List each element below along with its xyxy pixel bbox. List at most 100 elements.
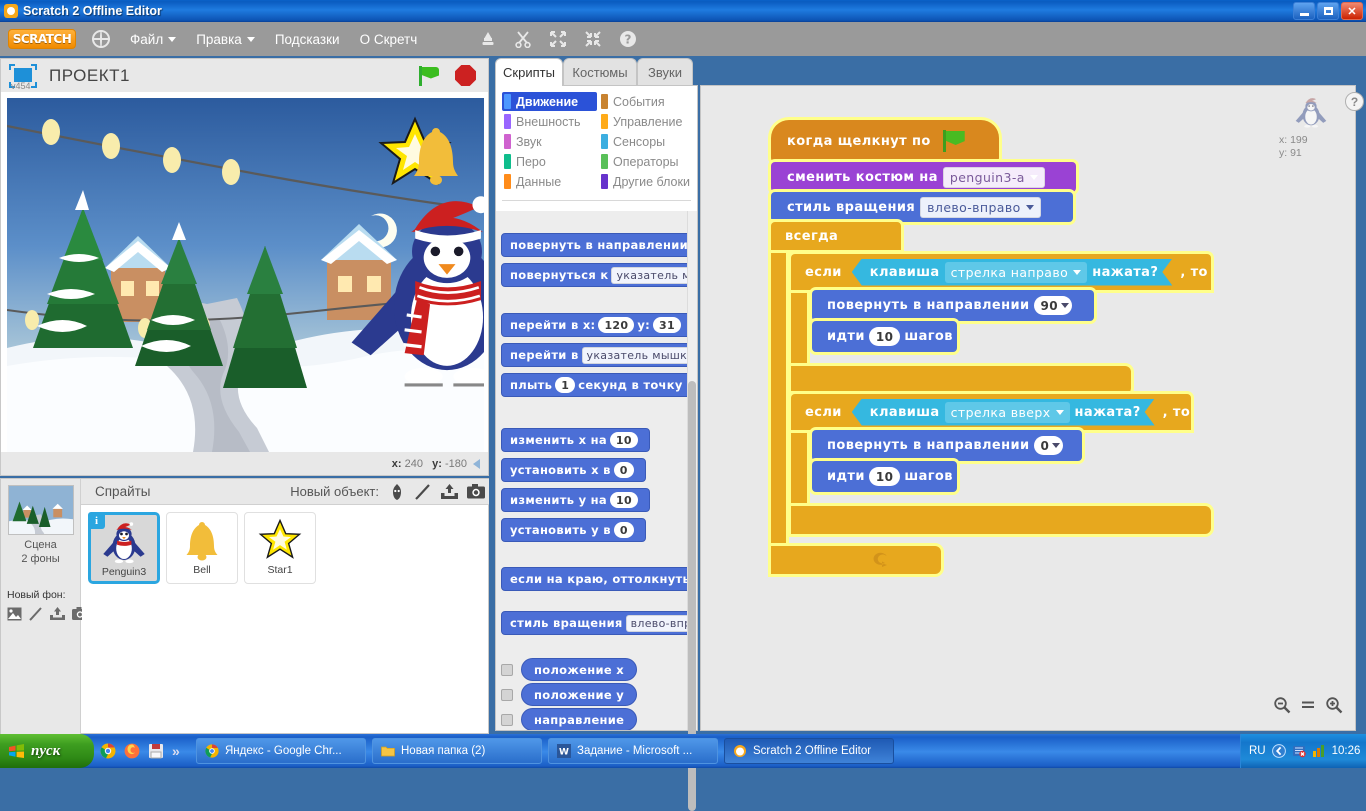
palette-block-go-to[interactable]: перейти в указатель мышки <box>501 343 687 367</box>
forever-bottom[interactable] <box>771 546 941 574</box>
taskbar-item-scratch[interactable]: Scratch 2 Offline Editor <box>724 738 894 764</box>
duplicate-icon[interactable] <box>479 30 497 48</box>
paint-new-sprite-icon[interactable] <box>415 484 431 500</box>
menu-about[interactable]: О Скретч <box>360 32 418 47</box>
rotation-style-dropdown[interactable]: влево-вправо <box>920 197 1041 218</box>
shrink-icon[interactable] <box>584 30 602 48</box>
key-dropdown[interactable]: стрелка направо <box>945 262 1088 283</box>
scratch-logo[interactable]: SCRATCH <box>8 29 76 49</box>
direction-checkbox[interactable] <box>501 714 513 726</box>
costume-dropdown[interactable]: penguin3-a <box>943 167 1045 188</box>
upload-sprite-icon[interactable] <box>441 484 457 500</box>
scripts-canvas[interactable]: x: 199 y: 91 когда щелкнут по сменить ко… <box>700 85 1356 731</box>
taskbar-item-word[interactable]: W Задание - Microsoft ... <box>548 738 718 764</box>
goto-dropdown[interactable]: указатель мышки <box>582 347 687 364</box>
palette-block-go-to-xy[interactable]: перейти в x: 120 y: 31 <box>501 313 687 337</box>
menu-edit[interactable]: Правка <box>196 32 255 47</box>
category-operators[interactable]: Операторы <box>599 152 694 171</box>
stage-canvas[interactable] <box>0 92 489 452</box>
block-if-1[interactable]: если клавиша стрелка направо нажата? , т… <box>791 254 1211 290</box>
category-sound[interactable]: Звук <box>502 132 597 151</box>
category-pen[interactable]: Перо <box>502 152 597 171</box>
y-position-checkbox[interactable] <box>501 689 513 701</box>
upload-backdrop-icon[interactable] <box>50 607 65 626</box>
minimize-button[interactable] <box>1293 2 1315 20</box>
question-mark-icon[interactable]: ? <box>1345 92 1364 111</box>
x-input[interactable]: 120 <box>598 317 634 333</box>
scissors-icon[interactable] <box>514 30 532 48</box>
palette-block-point-towards[interactable]: повернуться к указатель мышки <box>501 263 687 287</box>
block-key-pressed-2[interactable]: клавиша стрелка вверх нажата? <box>852 399 1155 426</box>
category-data[interactable]: Данные <box>502 172 597 191</box>
menu-tips[interactable]: Подсказки <box>275 32 340 47</box>
category-control[interactable]: Управление <box>599 112 694 131</box>
rotation-style-dropdown[interactable]: влево-вправо <box>626 615 687 632</box>
category-events[interactable]: События <box>599 92 694 111</box>
stop-button-icon[interactable] <box>455 65 476 86</box>
globe-icon[interactable] <box>92 30 110 48</box>
block-key-pressed-1[interactable]: клавиша стрелка направо нажата? <box>852 259 1173 286</box>
zoom-reset-icon[interactable] <box>1299 696 1317 714</box>
zoom-in-icon[interactable] <box>1325 696 1343 714</box>
save-icon[interactable] <box>148 743 164 759</box>
grow-icon[interactable] <box>549 30 567 48</box>
palette-block-if-on-edge-bounce[interactable]: если на краю, оттолкнуться <box>501 567 687 591</box>
block-when-flag-clicked[interactable]: когда щелкнут по <box>771 120 999 162</box>
chevron-more-icon[interactable]: » <box>172 743 180 759</box>
tab-costumes[interactable]: Костюмы <box>563 58 637 86</box>
script-stack[interactable]: когда щелкнут по сменить костюм на pengu… <box>766 114 1266 599</box>
palette-block-set-y-to[interactable]: установить y в 0 <box>501 518 646 542</box>
change-y-input[interactable]: 10 <box>610 492 638 508</box>
palette-block-change-x-by[interactable]: изменить x на 10 <box>501 428 650 452</box>
palette-block-point-in-direction[interactable]: повернуть в направлении 90 <box>501 233 687 257</box>
chrome-icon[interactable] <box>100 743 116 759</box>
collapse-arrow-icon[interactable] <box>473 459 480 469</box>
category-motion[interactable]: Движение <box>502 92 597 111</box>
stage-thumbnail[interactable] <box>8 485 74 535</box>
tab-sounds[interactable]: Звуки <box>637 58 693 86</box>
change-x-input[interactable]: 10 <box>610 432 638 448</box>
y-input[interactable]: 31 <box>653 317 681 333</box>
start-button[interactable]: пуск <box>0 734 94 768</box>
category-more-blocks[interactable]: Другие блоки <box>599 172 694 191</box>
glide-seconds-input[interactable]: 1 <box>555 377 575 393</box>
language-indicator[interactable]: RU <box>1249 745 1266 757</box>
forever-left-wall[interactable] <box>771 222 786 574</box>
set-y-input[interactable]: 0 <box>614 522 634 538</box>
key-dropdown[interactable]: стрелка вверх <box>945 402 1070 423</box>
if2-bottom[interactable] <box>791 506 1211 534</box>
network-icon[interactable] <box>1312 744 1326 758</box>
new-sprite-library-icon[interactable] <box>389 484 405 500</box>
palette-scroll-area[interactable]: повернуть в направлении 90 повернуться к… <box>496 211 687 730</box>
steps-input[interactable]: 10 <box>869 327 901 346</box>
x-position-checkbox[interactable] <box>501 664 513 676</box>
reporter-direction[interactable]: направление <box>521 708 637 730</box>
block-point-in-direction-2[interactable]: повернуть в направлении 0 <box>812 430 1082 461</box>
set-x-input[interactable]: 0 <box>614 462 634 478</box>
palette-block-change-y-by[interactable]: изменить y на 10 <box>501 488 650 512</box>
palette-scrollbar-track[interactable] <box>687 211 697 730</box>
block-if-2[interactable]: если клавиша стрелка вверх нажата? , то <box>791 394 1191 430</box>
towards-dropdown[interactable]: указатель мышки <box>611 267 687 284</box>
green-flag-icon[interactable] <box>417 64 441 88</box>
taskbar-item-chrome[interactable]: Яндекс - Google Chr... <box>196 738 366 764</box>
reporter-y-position[interactable]: положение y <box>521 683 637 706</box>
block-move-steps-2[interactable]: идти 10 шагов <box>812 461 957 492</box>
maximize-button[interactable] <box>1317 2 1339 20</box>
reporter-x-position[interactable]: положение x <box>521 658 637 681</box>
direction-dropdown[interactable]: 0 <box>1034 436 1064 455</box>
if1-bottom[interactable] <box>791 366 1131 394</box>
help-icon[interactable]: ? <box>619 30 637 48</box>
paint-backdrop-icon[interactable] <box>29 607 43 626</box>
backdrop-library-icon[interactable] <box>7 607 22 626</box>
block-switch-costume[interactable]: сменить костюм на penguin3-a <box>771 162 1076 192</box>
menu-file[interactable]: Файл <box>130 32 176 47</box>
antivirus-icon[interactable] <box>1292 744 1306 758</box>
zoom-out-icon[interactable] <box>1273 696 1291 714</box>
show-desktop-icon[interactable] <box>1272 744 1286 758</box>
taskbar-clock[interactable]: 10:26 <box>1332 745 1361 757</box>
block-forever[interactable]: всегда <box>771 222 901 250</box>
block-set-rotation-style[interactable]: стиль вращения влево-вправо <box>771 192 1073 222</box>
palette-block-set-x-to[interactable]: установить x в 0 <box>501 458 646 482</box>
camera-sprite-icon[interactable] <box>467 484 483 500</box>
